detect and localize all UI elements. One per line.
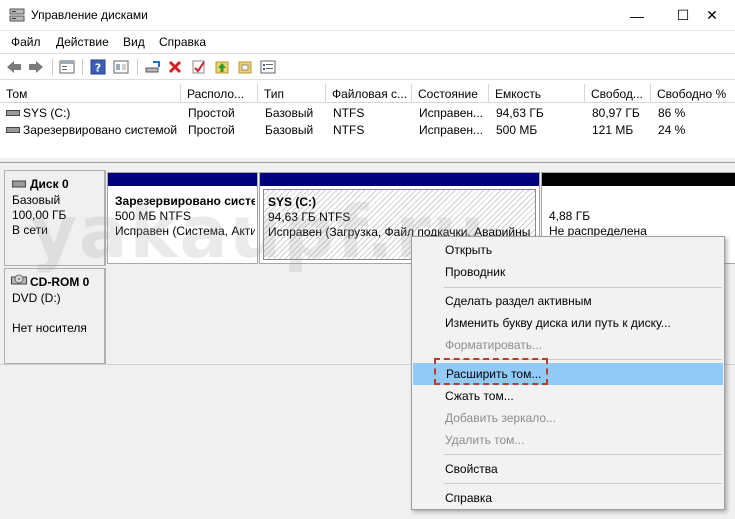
menu-action[interactable]: Действие — [56, 35, 109, 49]
disk-management-icon — [9, 8, 25, 22]
menu-item-properties[interactable]: Свойства — [412, 458, 724, 480]
menu-separator — [444, 454, 722, 455]
column-header-status[interactable]: Состояние — [412, 84, 489, 103]
volume-free-percent: 24 % — [658, 123, 686, 137]
volume-free: 80,97 ГБ — [592, 106, 640, 120]
volume-status: Исправен... — [419, 123, 484, 137]
partition-bar — [542, 173, 735, 186]
show-hide-icon[interactable] — [112, 58, 130, 76]
volume-capacity: 500 МБ — [496, 123, 538, 137]
volume-status: Исправен... — [419, 106, 484, 120]
cdrom-0-info[interactable]: CD-ROM 0 DVD (D:) Нет носителя — [4, 268, 106, 364]
check-icon[interactable] — [190, 58, 208, 76]
volume-type: Базовый — [265, 106, 314, 120]
rescan-icon[interactable] — [236, 58, 254, 76]
menu-item-change-drive-letter[interactable]: Изменить букву диска или путь к диску... — [412, 312, 724, 334]
menu-item-shrink-volume[interactable]: Сжать том... — [412, 385, 724, 407]
volume-name: SYS (C:) — [23, 106, 71, 120]
partition-bar — [260, 173, 539, 186]
menu-item-delete-volume: Удалить том... — [445, 433, 525, 447]
toolbar-separator — [137, 59, 138, 75]
up-icon[interactable] — [213, 58, 231, 76]
menu-view[interactable]: Вид — [123, 35, 145, 49]
list-icon[interactable] — [259, 58, 277, 76]
column-header-free-percent[interactable]: Свободно % — [651, 84, 735, 103]
menu-item-open[interactable]: Открыть — [412, 239, 724, 261]
volume-filesystem: NTFS — [333, 123, 365, 137]
toolbar-separator — [52, 59, 53, 75]
column-header-layout[interactable]: Располо... — [181, 84, 258, 103]
cdrom-0-drive: DVD (D:) — [12, 291, 61, 305]
menu-item-explorer[interactable]: Проводник — [412, 261, 724, 283]
cdrom-0-name: CD-ROM 0 — [30, 275, 90, 289]
highlight-annotation — [434, 358, 548, 385]
connect-icon[interactable] — [144, 58, 162, 76]
menu-item-help[interactable]: Справка — [412, 487, 724, 509]
minimize-button[interactable]: — — [614, 0, 660, 31]
forward-icon[interactable] — [27, 58, 45, 76]
drive-icon — [6, 127, 20, 133]
disk-icon — [12, 178, 26, 192]
delete-icon[interactable] — [166, 58, 184, 76]
toolbar-separator — [82, 59, 83, 75]
close-button[interactable]: ✕ — [689, 0, 735, 31]
svg-text:?: ? — [95, 62, 101, 75]
volume-free-percent: 86 % — [658, 106, 686, 120]
toolbar: ? — [0, 53, 735, 80]
menu-item-add-mirror: Добавить зеркало... — [445, 411, 557, 425]
menu-item-mark-active[interactable]: Сделать раздел активным — [412, 290, 724, 312]
volume-free: 121 МБ — [592, 123, 634, 137]
help-icon[interactable]: ? — [89, 58, 107, 76]
cdrom-icon — [11, 274, 27, 289]
column-header-filesystem[interactable]: Файловая с... — [326, 84, 412, 103]
menu-separator — [444, 483, 722, 484]
menu-item-format: Форматировать... — [445, 338, 543, 352]
drive-icon — [6, 110, 20, 116]
column-header-volume[interactable]: Том — [0, 84, 181, 103]
back-icon[interactable] — [5, 58, 23, 76]
window-title: Управление дисками — [31, 8, 148, 22]
volume-layout: Простой — [188, 123, 235, 137]
column-header-type[interactable]: Тип — [258, 84, 326, 103]
partition-bar — [108, 173, 257, 186]
column-header-free[interactable]: Свобод... — [585, 84, 651, 103]
disk-0-name: Диск 0 — [30, 177, 69, 191]
menu-separator — [444, 287, 722, 288]
volume-capacity: 94,63 ГБ — [496, 106, 544, 120]
properties-icon[interactable] — [58, 58, 76, 76]
volume-layout: Простой — [188, 106, 235, 120]
menu-bar: Файл Действие Вид Справка — [0, 31, 735, 53]
volume-list: Том Располо... Тип Файловая с... Состоян… — [0, 84, 735, 158]
partition-size: 4,88 ГБ — [549, 209, 591, 223]
volume-type: Базовый — [265, 123, 314, 137]
menu-help[interactable]: Справка — [159, 35, 206, 49]
column-header-capacity[interactable]: Емкость — [489, 84, 585, 103]
volume-name: Зарезервировано системой — [23, 123, 178, 137]
volume-filesystem: NTFS — [333, 106, 365, 120]
menu-file[interactable]: Файл — [11, 35, 41, 49]
cdrom-0-status: Нет носителя — [12, 321, 87, 335]
title-bar: Управление дисками — ☐ ✕ — [0, 0, 735, 31]
